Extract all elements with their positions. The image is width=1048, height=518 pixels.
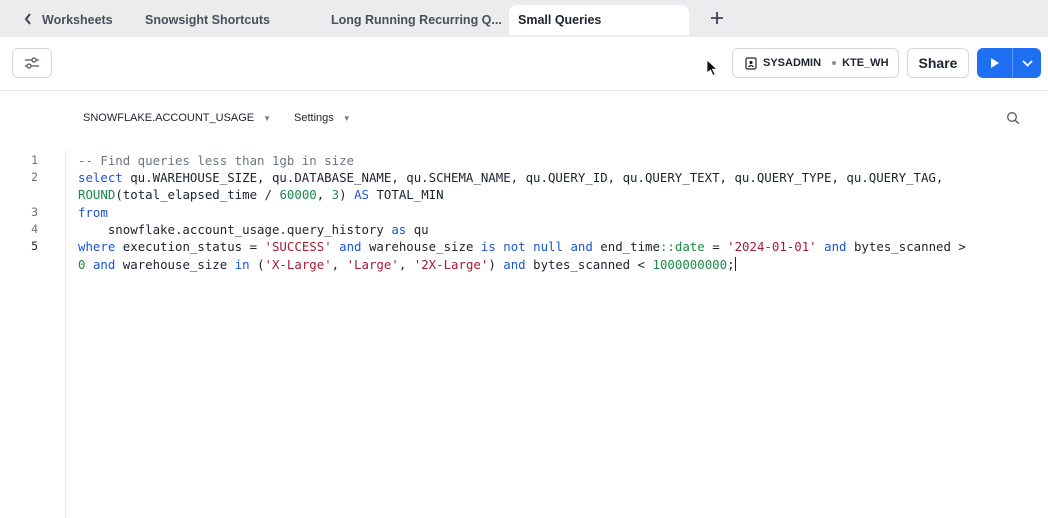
tab-label: Long Running Recurring Q... xyxy=(331,13,502,27)
database-schema-selector[interactable]: SNOWFLAKE.ACCOUNT_USAGE ▼ xyxy=(83,112,271,124)
tab-bar: Worksheets Snowsight Shortcuts Long Runn… xyxy=(0,0,1048,37)
code-line: select qu.WAREHOUSE_SIZE, qu.DATABASE_NA… xyxy=(78,170,944,185)
warehouse-label: KTE_WH xyxy=(842,57,889,69)
worksheets-back-link[interactable]: Worksheets xyxy=(24,5,113,35)
filter-button[interactable] xyxy=(12,48,52,78)
role-label: SYSADMIN xyxy=(763,57,822,69)
line-number: 4 xyxy=(31,222,38,236)
caret-down-icon: ▼ xyxy=(342,113,351,123)
search-icon xyxy=(1007,112,1020,125)
worksheet-toolbar: SYSADMIN KTE_WH Share xyxy=(0,37,1048,91)
play-icon xyxy=(990,58,999,68)
plus-icon xyxy=(711,12,723,24)
filter-sliders-icon xyxy=(25,57,39,69)
code-line: where execution_status = 'SUCCESS' and w… xyxy=(78,239,966,254)
code-line: from xyxy=(78,205,108,220)
tab-snowsight-shortcuts[interactable]: Snowsight Shortcuts xyxy=(145,5,270,35)
search-button[interactable] xyxy=(1006,111,1020,130)
separator-dot xyxy=(832,61,837,65)
role-badge-icon xyxy=(745,56,757,70)
code-line: snowflake.account_usage.query_history as… xyxy=(78,222,429,237)
line-number: 1 xyxy=(31,153,38,167)
worksheets-label: Worksheets xyxy=(42,13,113,27)
code-line: ROUND(total_elapsed_time / 60000, 3) AS … xyxy=(78,187,444,202)
share-button[interactable]: Share xyxy=(907,48,969,78)
chevron-left-icon xyxy=(24,12,32,28)
code-line: 0 and warehouse_size in ('X-Large', 'Lar… xyxy=(78,257,736,272)
text-cursor xyxy=(734,257,736,271)
run-options-dropdown[interactable] xyxy=(1013,48,1041,78)
context-bar: SNOWFLAKE.ACCOUNT_USAGE ▼ Settings ▼ xyxy=(0,92,1048,148)
line-number: 3 xyxy=(31,205,38,219)
tab-label: Small Queries xyxy=(518,13,602,27)
tab-small-queries[interactable]: Small Queries xyxy=(509,5,689,35)
caret-down-icon: ▼ xyxy=(263,113,272,123)
new-tab-button[interactable] xyxy=(710,8,724,30)
database-label: SNOWFLAKE.ACCOUNT_USAGE xyxy=(83,112,255,124)
chevron-down-icon xyxy=(1021,59,1033,67)
settings-label: Settings xyxy=(294,112,334,124)
tab-label: Snowsight Shortcuts xyxy=(145,13,270,27)
code-line: -- Find queries less than 1gb in size xyxy=(78,152,354,169)
role-warehouse-selector[interactable]: SYSADMIN KTE_WH xyxy=(732,48,899,78)
run-button-group xyxy=(977,48,1041,78)
line-number-current: 5 xyxy=(31,239,38,253)
line-number: 2 xyxy=(31,170,38,184)
code-comment: -- Find queries less than 1gb in size xyxy=(78,153,355,168)
settings-dropdown[interactable]: Settings ▼ xyxy=(294,112,351,124)
run-button[interactable] xyxy=(977,48,1013,78)
mouse-pointer-icon xyxy=(706,59,718,77)
tab-long-running-recurring[interactable]: Long Running Recurring Q... xyxy=(331,5,502,35)
